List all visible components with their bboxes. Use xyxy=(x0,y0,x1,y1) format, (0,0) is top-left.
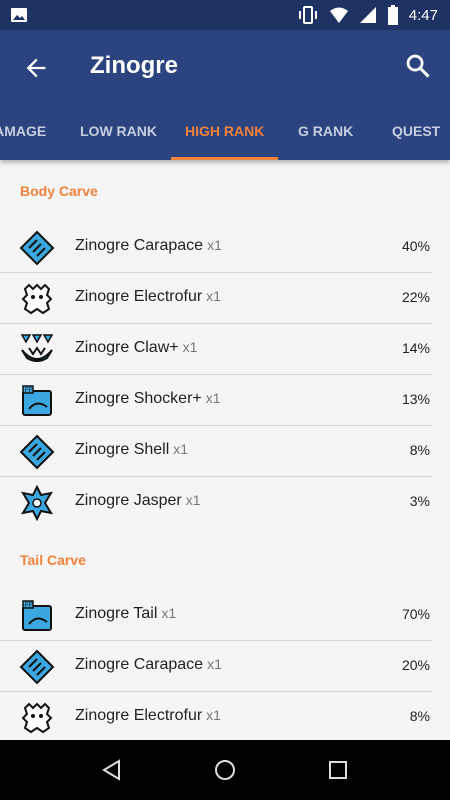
list-item[interactable]: Zinogre Claw+ x1 14% xyxy=(0,324,450,375)
item-percent: 40% xyxy=(401,238,430,254)
jasper-icon xyxy=(20,485,54,521)
shocker-icon: FF xyxy=(22,385,52,416)
electrofur-icon xyxy=(21,702,53,734)
tab-damage[interactable]: DAMAGE xyxy=(0,106,46,160)
item-name: Zinogre Shell xyxy=(75,441,170,458)
list-item[interactable]: FF Zinogre Shocker+ x1 13% xyxy=(0,375,450,426)
back-triangle-icon[interactable] xyxy=(100,758,124,782)
item-percent: 22% xyxy=(401,289,430,305)
item-qty: x1 xyxy=(173,441,189,457)
list-item[interactable]: Zinogre Electrofur x1 22% xyxy=(0,273,450,324)
item-name-wrap: Zinogre Electrofur x1 xyxy=(75,707,221,725)
list-item[interactable]: Zinogre Electrofur x1 8% xyxy=(0,692,450,740)
item-name: Zinogre Carapace xyxy=(75,656,204,673)
battery-icon xyxy=(387,5,398,25)
list-item[interactable]: Zinogre Shell x1 8% xyxy=(0,426,450,477)
list-item[interactable]: Zinogre Jasper x1 3% xyxy=(0,477,450,528)
search-icon[interactable] xyxy=(404,52,432,80)
recents-square-icon[interactable] xyxy=(326,758,350,782)
app-bar: Zinogre xyxy=(0,30,450,106)
item-qty: x1 xyxy=(161,605,177,621)
item-name: Zinogre Tail xyxy=(75,605,158,622)
item-qty: x1 xyxy=(185,492,201,508)
svg-text:FF: FF xyxy=(25,388,33,394)
svg-text:FF: FF xyxy=(25,603,33,609)
vibrate-icon xyxy=(298,6,317,24)
tail-icon: FF xyxy=(22,600,52,631)
item-name-wrap: Zinogre Jasper x1 xyxy=(75,492,201,510)
item-name-wrap: Zinogre Electrofur x1 xyxy=(75,288,221,306)
back-arrow-icon[interactable] xyxy=(22,54,50,82)
section-header-tail-carve: Tail Carve xyxy=(20,552,86,568)
item-name-wrap: Zinogre Tail x1 xyxy=(75,605,176,623)
home-circle-icon[interactable] xyxy=(213,758,237,782)
carapace-icon xyxy=(19,649,55,685)
item-percent: 8% xyxy=(409,442,430,458)
item-name-wrap: Zinogre Carapace x1 xyxy=(75,656,222,674)
item-name: Zinogre Jasper xyxy=(75,492,182,509)
carve-list: Body Carve Zinogre Carapace x1 40% Zinogr… xyxy=(0,160,450,740)
item-name-wrap: Zinogre Shocker+ x1 xyxy=(75,390,221,408)
item-name: Zinogre Claw+ xyxy=(75,339,179,356)
list-item[interactable]: Zinogre Carapace x1 40% xyxy=(0,222,450,273)
tab-g-rank[interactable]: G RANK xyxy=(298,106,353,160)
item-qty: x1 xyxy=(207,237,222,253)
item-qty: x1 xyxy=(206,288,221,304)
item-percent: 13% xyxy=(401,391,430,407)
item-name: Zinogre Shocker+ xyxy=(75,390,202,407)
item-qty: x1 xyxy=(205,390,221,406)
status-bar: 4:47 xyxy=(0,0,450,30)
item-name-wrap: Zinogre Carapace x1 xyxy=(75,237,222,255)
electrofur-icon xyxy=(21,283,53,315)
item-percent: 14% xyxy=(401,340,430,356)
item-percent: 20% xyxy=(401,657,430,673)
item-name-wrap: Zinogre Shell x1 xyxy=(75,441,188,459)
tab-high-rank[interactable]: HIGH RANK xyxy=(170,106,279,160)
item-percent: 70% xyxy=(401,606,430,622)
tab-low-rank[interactable]: LOW RANK xyxy=(80,106,157,160)
page-title: Zinogre xyxy=(90,52,178,79)
image-icon xyxy=(11,8,27,22)
item-qty: x1 xyxy=(207,656,222,672)
section-header-body-carve: Body Carve xyxy=(20,183,98,199)
item-name: Zinogre Carapace xyxy=(75,237,204,254)
system-nav-bar xyxy=(0,740,450,800)
item-percent: 8% xyxy=(409,708,430,724)
item-name: Zinogre Electrofur xyxy=(75,707,203,724)
list-item[interactable]: Zinogre Carapace x1 20% xyxy=(0,641,450,692)
rank-tabs: DAMAGE LOW RANK HIGH RANK G RANK QUEST xyxy=(0,106,450,160)
shell-icon xyxy=(19,434,55,470)
item-percent: 3% xyxy=(409,493,430,509)
list-item[interactable]: FF Zinogre Tail x1 70% xyxy=(0,590,450,641)
clock: 4:47 xyxy=(408,6,438,24)
tab-quest[interactable]: QUEST xyxy=(392,106,440,160)
item-name-wrap: Zinogre Claw+ x1 xyxy=(75,339,197,357)
wifi-icon xyxy=(329,7,348,23)
signal-icon xyxy=(359,7,376,23)
carapace-icon xyxy=(19,230,55,266)
item-qty: x1 xyxy=(206,707,221,723)
claw-icon xyxy=(20,334,54,362)
item-qty: x1 xyxy=(182,339,198,355)
item-name: Zinogre Electrofur xyxy=(75,288,203,305)
